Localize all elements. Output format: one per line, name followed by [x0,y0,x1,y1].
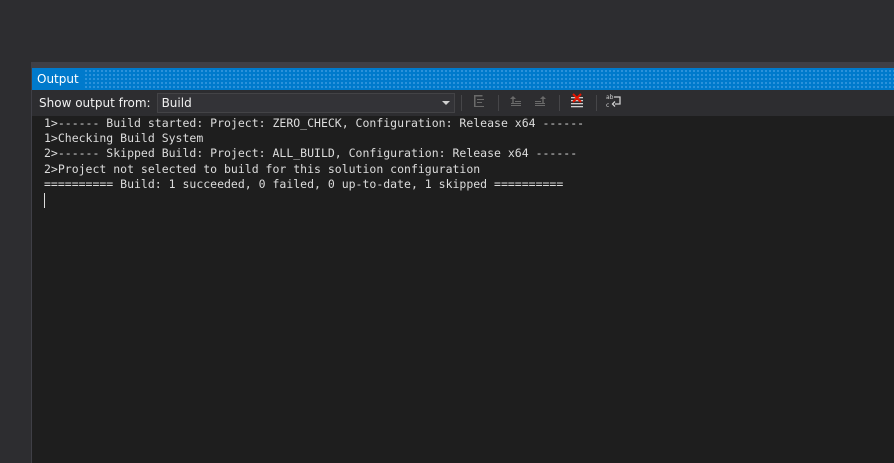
find-message-in-code-icon [471,93,487,113]
go-to-next-message-button[interactable] [529,92,551,114]
output-line: 1>------ Build started: Project: ZERO_CH… [44,116,585,130]
output-panel-titlebar[interactable]: Output [32,68,894,90]
toolbar-separator [497,95,499,111]
svg-text:ab: ab [606,94,614,101]
left-gutter [0,62,31,463]
editor-area-background [0,0,894,62]
toolbar-separator [595,95,597,111]
go-to-previous-message-icon [508,93,524,113]
output-source-selected: Build [161,96,192,110]
toolbar-separator [460,95,462,111]
show-output-from-label: Show output from: [39,96,151,110]
find-message-in-code-button[interactable] [468,92,490,114]
output-panel: Output Show output from: Build ab c 1>--… [31,62,894,463]
output-line: 1>Checking Build System [44,131,204,146]
toggle-word-wrap-button[interactable]: ab c [603,92,625,114]
clear-all-button[interactable] [566,92,588,114]
output-line: 2>------ Skipped Build: Project: ALL_BUI… [44,146,578,161]
output-line: ========== Build: 1 succeeded, 0 failed,… [44,176,564,191]
output-toolbar: Show output from: Build ab c [32,90,894,116]
clear-all-icon [569,93,585,113]
panel-title: Output [32,68,85,90]
output-line: 2>Project not selected to build for this… [44,161,481,176]
text-caret [44,192,45,208]
go-to-next-message-icon [532,93,548,113]
output-source-dropdown[interactable]: Build [156,93,455,113]
output-text-area[interactable]: 1>------ Build started: Project: ZERO_CH… [32,116,894,463]
go-to-previous-message-button[interactable] [505,92,527,114]
svg-text:c: c [606,102,609,109]
toggle-word-wrap-icon: ab c [605,93,623,113]
toolbar-separator [558,95,560,111]
chevron-down-icon [438,94,454,112]
